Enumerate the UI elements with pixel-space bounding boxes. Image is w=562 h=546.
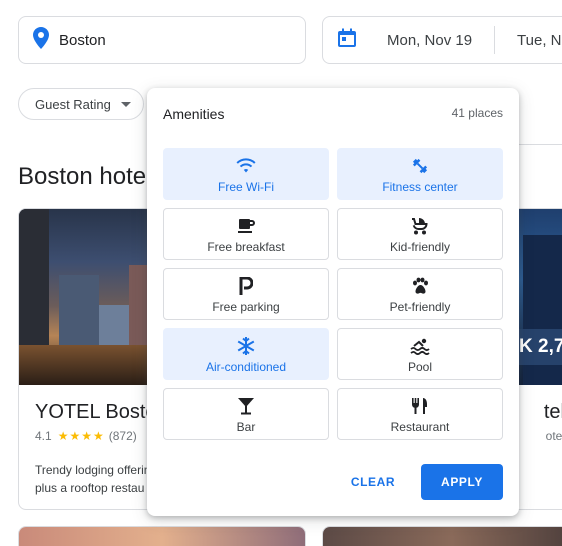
calendar-icon [337,28,357,53]
amenity-label: Fitness center [382,179,458,194]
page-title: Boston hote [18,163,147,190]
amenity-air-conditioned[interactable]: Air-conditioned [163,328,329,380]
amenity-pet-friendly[interactable]: Pet-friendly [337,268,503,320]
amenity-restaurant[interactable]: Restaurant [337,388,503,440]
amenity-free-parking[interactable]: Free parking [163,268,329,320]
pool-icon [410,335,430,357]
amenity-label: Restaurant [390,419,450,434]
amenity-free-wifi[interactable]: Free Wi-Fi [163,148,329,200]
parking-icon [239,275,253,297]
stroller-icon [410,215,430,237]
location-pin-icon [33,26,49,54]
amenity-kid-friendly[interactable]: Kid-friendly [337,208,503,260]
hotel-name[interactable]: YOTEL Bosto [35,401,157,424]
snowflake-icon [236,335,256,357]
restaurant-icon [411,395,429,417]
checkout-date[interactable]: Tue, Nov [517,32,562,49]
amenity-label: Free Wi-Fi [218,179,274,194]
amenity-label: Kid-friendly [389,239,451,254]
hotel-rating: otel [546,429,562,443]
fitness-icon [410,155,430,177]
dates-field[interactable]: Mon, Nov 19 Tue, Nov [322,16,562,64]
amenities-title: Amenities [163,106,225,122]
wifi-icon [236,155,256,177]
hotel-card[interactable] [322,526,562,546]
places-count: 41 places [451,106,503,120]
checkin-date[interactable]: Mon, Nov 19 [387,32,472,49]
clear-button[interactable]: CLEAR [337,464,409,500]
review-count: (872) [108,429,137,443]
coffee-icon [237,215,255,237]
amenity-free-breakfast[interactable]: Free breakfast [163,208,329,260]
caret-down-icon [120,101,131,107]
hotel-card[interactable] [18,526,306,546]
date-separator [494,26,496,54]
amenities-grid: Free Wi-Fi Fitness center Free breakfast… [163,148,503,440]
amenity-bar[interactable]: Bar [163,388,329,440]
amenity-label: Pool [407,359,433,374]
amenities-popup: Amenities 41 places Free Wi-Fi Fitness c… [147,88,519,516]
amenity-label: Bar [236,419,256,434]
paw-icon [411,275,429,297]
rating-value: 4.1 [35,429,52,443]
amenity-label: Free breakfast [207,239,285,254]
guest-rating-label: Guest Rating [35,96,111,112]
star-rating-icon: ★★★★ [57,429,105,443]
amenity-pool[interactable]: Pool [337,328,503,380]
location-value: Boston [59,31,106,49]
amenity-label: Air-conditioned [205,359,287,374]
hotel-photo [323,527,562,546]
location-field[interactable]: Boston [18,16,306,64]
amenity-fitness-center[interactable]: Fitness center [337,148,503,200]
amenity-label: Pet-friendly [389,299,451,314]
guest-rating-chip[interactable]: Guest Rating [18,88,144,120]
hotel-rating: 4.1 ★★★★ (872) [35,429,137,443]
apply-button[interactable]: APPLY [421,464,503,500]
cocktail-icon [237,395,255,417]
amenity-label: Free parking [212,299,280,314]
hotel-name[interactable]: tel [544,401,562,424]
hotel-type: otel [545,429,562,443]
hotel-photo [19,527,305,546]
